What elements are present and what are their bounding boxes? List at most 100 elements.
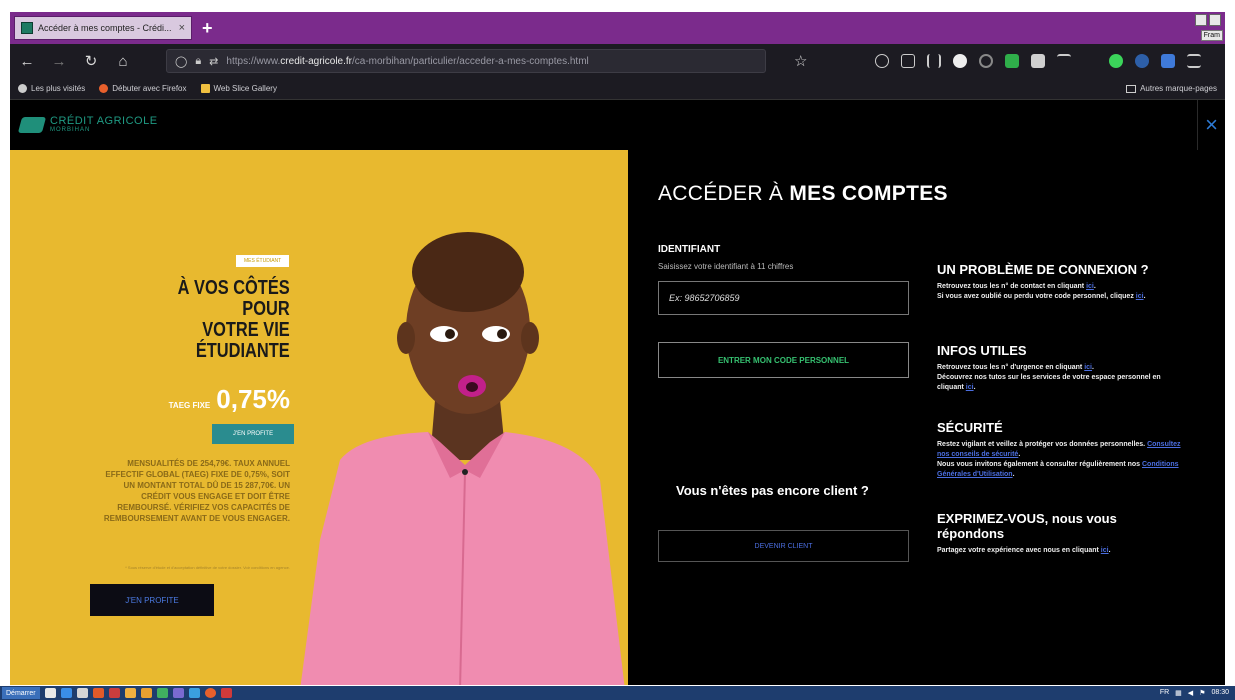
account-icon[interactable] <box>875 54 890 68</box>
site-favicon-icon <box>21 22 33 34</box>
new-tab-button[interactable]: + <box>202 18 213 39</box>
screen: Accéder à mes comptes - Crédi... × + Fra… <box>0 0 1235 700</box>
taskbar-app-icon[interactable] <box>108 688 120 698</box>
lock-icon[interactable]: 🔒︎ <box>195 55 201 68</box>
flag-icon[interactable]: ⚑ <box>1199 689 1205 697</box>
taskbar-app-icon[interactable] <box>124 688 136 698</box>
os-taskbar: Démarrer FR ▦ ◀ ⚑ 08:30 <box>0 686 1235 700</box>
extension-arrow-icon[interactable] <box>1057 54 1072 68</box>
connection-problem-section: UN PROBLÈME DE CONNEXION ? Retrouvez tou… <box>937 262 1187 302</box>
express-section: EXPRIMEZ-VOUS, nous vous répondons Parta… <box>937 511 1187 556</box>
extension-green-icon[interactable] <box>1005 54 1020 68</box>
taskbar-ie-icon[interactable] <box>60 688 72 698</box>
pocket-icon[interactable] <box>901 54 916 68</box>
identifiant-label: IDENTIFIANT <box>658 244 721 255</box>
minimize-button[interactable] <box>1195 14 1207 26</box>
maximize-button[interactable] <box>1209 14 1221 26</box>
logo-region: MORBIHAN <box>50 127 91 133</box>
taskbar-app-icon[interactable] <box>172 688 184 698</box>
url-bar[interactable]: ◯ 🔒︎ ⇄ https://www.credit-agricole.fr/ca… <box>166 49 766 73</box>
extension-dark-icon[interactable] <box>953 54 968 68</box>
home-icon[interactable]: ⌂ <box>114 53 132 70</box>
shield-icon[interactable]: ◯ <box>175 55 187 68</box>
window-controls <box>1195 14 1221 26</box>
browser-tab-bar: Accéder à mes comptes - Crédi... × + Fra… <box>10 12 1225 44</box>
site-header: CRÉDIT AGRICOLE MORBIHAN × <box>10 100 1225 150</box>
extension-green-dot-icon[interactable] <box>1109 54 1124 68</box>
promo-small-cta-button[interactable]: J'EN PROFITE <box>212 424 294 444</box>
taskbar-app-icon[interactable] <box>92 688 104 698</box>
extension-blank-icon[interactable] <box>1083 54 1097 68</box>
logo-name: CRÉDIT AGRICOLE <box>50 115 158 127</box>
taskbar-app-icon[interactable] <box>140 688 152 698</box>
logo-mark-icon <box>17 116 47 133</box>
library-icon[interactable] <box>927 54 942 68</box>
extension-grey-icon[interactable] <box>1031 54 1046 68</box>
promo-panel: MES ÉTUDIANT À VOS CÔTÉS POUR VOTRE VIE … <box>10 150 628 685</box>
connection-problem-title: UN PROBLÈME DE CONNEXION ? <box>937 262 1149 277</box>
security-section: SÉCURITÉ Restez vigilant et veillez à pr… <box>937 420 1187 480</box>
taskbar-app-icon[interactable] <box>76 688 88 698</box>
contact-link[interactable]: ici <box>1086 283 1094 290</box>
login-panel: ACCÉDER À MES COMPTES IDENTIFIANT Saisis… <box>628 150 1225 685</box>
taskbar-app-icon[interactable] <box>220 688 232 698</box>
promo-legal-text: MENSUALITÉS DE 254,79€. TAUX ANNUEL EFFE… <box>103 459 290 523</box>
not-client-heading: Vous n'êtes pas encore client ? <box>676 483 869 498</box>
gear-icon <box>18 84 27 93</box>
promo-headline-line: VOTRE VIE <box>202 319 290 341</box>
promo-headline-line: À VOS CÔTÉS <box>177 277 290 299</box>
url-text[interactable]: https://www.credit-agricole.fr/ca-morbih… <box>226 56 757 67</box>
extension-circle-icon[interactable] <box>979 54 994 68</box>
forward-arrow-icon[interactable]: → <box>50 53 68 70</box>
credit-agricole-logo[interactable]: CRÉDIT AGRICOLE MORBIHAN <box>17 115 158 133</box>
rate-label: TAEG FIXE <box>168 401 211 410</box>
promo-rate: TAEG FIXE 0,75% <box>169 384 290 415</box>
browser-nav-bar: ← → ↻ ⌂ ◯ 🔒︎ ⇄ https://www.credit-agrico… <box>10 44 1225 78</box>
taskbar-explorer-icon[interactable] <box>44 688 56 698</box>
useful-info-section: INFOS UTILES Retrouvez tous les n° d'urg… <box>937 343 1187 393</box>
enter-code-button[interactable]: ENTRER MON CODE PERSONNEL <box>658 342 909 378</box>
become-client-button[interactable]: DEVENIR CLIENT <box>658 530 909 562</box>
connection-problem-text: Retrouvez tous les n° de contact en cliq… <box>937 283 1146 300</box>
express-text: Partagez votre expérience avec nous en c… <box>937 547 1111 554</box>
bookmark-other[interactable]: Autres marque-pages <box>1126 84 1217 93</box>
bookmark-getting-started[interactable]: Débuter avec Firefox <box>99 84 187 93</box>
toolbar-icons <box>875 54 1202 68</box>
bookmark-web-slice-gallery[interactable]: Web Slice Gallery <box>200 84 277 93</box>
network-icon[interactable]: ▦ <box>1175 689 1182 697</box>
volume-icon[interactable]: ◀ <box>1188 689 1193 697</box>
permissions-icon[interactable]: ⇄ <box>209 55 218 68</box>
taskbar-firefox-icon[interactable] <box>204 688 216 698</box>
page-title: ACCÉDER À MES COMPTES <box>658 182 948 205</box>
lost-code-link[interactable]: ici <box>1136 293 1144 300</box>
promo-headline-line: ÉTUDIANTE <box>196 340 290 362</box>
reload-icon[interactable]: ↻ <box>82 52 100 70</box>
useful-info-title: INFOS UTILES <box>937 343 1027 358</box>
extension-translate-icon[interactable] <box>1161 54 1176 68</box>
system-tray: FR ▦ ◀ ⚑ 08:30 <box>1160 689 1235 697</box>
browser-tab[interactable]: Accéder à mes comptes - Crédi... × <box>14 16 192 40</box>
promo-person-image <box>300 232 625 685</box>
taskbar-app-icon[interactable] <box>156 688 168 698</box>
identifiant-help: Saisissez votre identifiant à 11 chiffre… <box>658 262 794 271</box>
security-title: SÉCURITÉ <box>937 420 1003 435</box>
folder-icon <box>1126 84 1137 93</box>
menu-icon[interactable] <box>1187 54 1202 68</box>
firefox-icon <box>99 84 109 93</box>
tab-close-icon[interactable]: × <box>179 22 185 34</box>
identifiant-input[interactable]: Ex: 98652706859 <box>658 281 909 315</box>
start-button[interactable]: Démarrer <box>2 687 40 699</box>
clock[interactable]: 08:30 <box>1211 689 1229 697</box>
tutorials-link[interactable]: ici <box>966 384 974 391</box>
language-indicator[interactable]: FR <box>1160 689 1169 697</box>
back-arrow-icon[interactable]: ← <box>18 53 36 70</box>
extension-blue-icon[interactable] <box>1135 54 1150 68</box>
taskbar-app-icon[interactable] <box>188 688 200 698</box>
bookmark-star-icon[interactable]: ☆ <box>794 52 807 70</box>
feedback-link[interactable]: ici <box>1101 547 1109 554</box>
promo-cta-button[interactable]: J'EN PROFITE <box>90 584 214 616</box>
bookmark-most-visited[interactable]: Les plus visités <box>18 84 85 93</box>
promo-badge: MES ÉTUDIANT <box>236 255 290 267</box>
emergency-link[interactable]: ici <box>1084 364 1092 371</box>
close-icon[interactable]: × <box>1197 100 1225 150</box>
